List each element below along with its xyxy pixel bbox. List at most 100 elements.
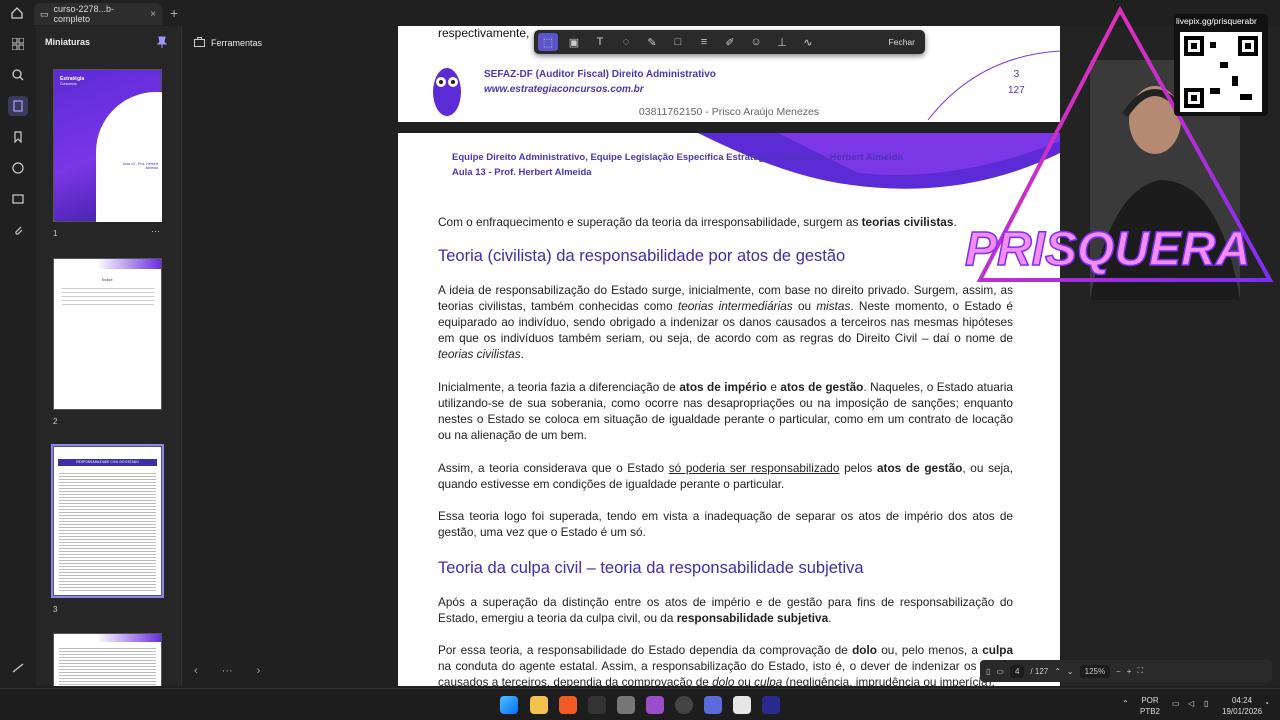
notification-icon[interactable]: ◔: [1264, 698, 1269, 709]
pdf-reader-icon[interactable]: [762, 696, 780, 714]
page-4: Equipe Direito Administrativo, Equipe Le…: [398, 133, 1060, 686]
obs-icon[interactable]: [675, 696, 693, 714]
p6-text: Por essa teoria, a responsabilidade do E…: [438, 643, 853, 657]
mail-icon[interactable]: [704, 696, 722, 714]
browser-icon[interactable]: [733, 696, 751, 714]
next-icon[interactable]: ›: [257, 665, 261, 677]
pin-icon[interactable]: [156, 35, 168, 53]
page-number-3: 3: [53, 605, 58, 614]
sign-icon[interactable]: [8, 658, 28, 678]
paragraph-1: A ideia de responsabilização do Estado s…: [438, 282, 1013, 362]
intro-end: .: [953, 215, 957, 229]
file-explorer-icon[interactable]: [530, 696, 548, 714]
tray-chevron-icon[interactable]: ⌃: [1122, 698, 1129, 709]
fit-page-icon[interactable]: ▯: [986, 667, 990, 676]
thumb-nav: ‹ ··· ›: [182, 660, 272, 682]
terminal-icon[interactable]: [588, 696, 606, 714]
strikethrough-icon[interactable]: ≡: [694, 33, 714, 51]
close-tab-icon[interactable]: ×: [150, 9, 156, 20]
more-icon[interactable]: ···: [222, 665, 233, 677]
page-thumbnail-4[interactable]: [53, 633, 162, 686]
sticker-icon[interactable]: ☺: [746, 33, 766, 51]
zoom-in-icon[interactable]: +: [1127, 667, 1132, 676]
p3-text: Assim, a teoria considerava que o Estado: [438, 461, 669, 475]
paragraph-2: Inicialmente, a teoria fazia a diferenci…: [438, 379, 1013, 443]
home-icon[interactable]: [0, 0, 34, 26]
highlight-icon[interactable]: ✎: [642, 33, 662, 51]
present-icon[interactable]: ▭: [996, 667, 1004, 676]
p6-text4: ou: [734, 675, 755, 686]
search-icon[interactable]: [8, 65, 28, 85]
select-tool-icon[interactable]: ⬚: [538, 33, 558, 51]
panel-title: Miniaturas: [45, 37, 91, 47]
comments-icon[interactable]: [8, 158, 28, 178]
stamp-icon[interactable]: ⊥: [772, 33, 792, 51]
thumbnails-panel: Miniaturas Estratégia Concursos Aula 13 …: [36, 26, 182, 686]
clock-time: 04:24: [1232, 696, 1253, 705]
thumb-more-1[interactable]: ···: [151, 226, 160, 236]
p6-bold: dolo: [852, 643, 877, 657]
area-select-icon[interactable]: ▣: [564, 33, 584, 51]
input-language[interactable]: POR PTB2: [1140, 695, 1160, 717]
page-number-1: 1: [53, 229, 58, 238]
left-rail: [0, 26, 36, 686]
page-thumbnail-2[interactable]: Índice: [53, 258, 162, 410]
zoom-bar: ▯ ▭ 4 / 127 ⌃ ⌄ 125% − + ⛶: [980, 660, 1272, 682]
grid-icon[interactable]: [8, 34, 28, 54]
thumb-brand-sub: Concursos: [60, 82, 77, 86]
taskbar: ⌃ POR PTB2 ▭ ◁ ▯ 04:24 19/01/2026 ◔: [0, 688, 1280, 720]
paragraph-3: Assim, a teoria considerava que o Estado…: [438, 460, 1013, 492]
document-tab[interactable]: ▭ curso-2278...b-completo ×: [34, 3, 162, 25]
p1-text2: ou: [792, 299, 817, 313]
thumb-index-lines: [62, 285, 154, 307]
text-tool-icon[interactable]: T: [590, 33, 610, 51]
network-icon[interactable]: ▭: [1172, 698, 1180, 709]
lang-layout: PTB2: [1140, 707, 1161, 716]
fullscreen-icon[interactable]: ⛶: [1137, 666, 1143, 676]
document-view: respectivamente, SEFAZ-DF (Auditor Fisca…: [398, 26, 1060, 686]
prev-icon[interactable]: ‹: [194, 665, 198, 677]
signature-icon[interactable]: ∿: [798, 33, 818, 51]
comment-icon[interactable]: ◌: [616, 33, 636, 51]
page-thumbnail-1[interactable]: Estratégia Concursos Aula 13 - Prof. Her…: [53, 69, 162, 222]
p6-text5: (negligência, imprudência ou imperícia).: [782, 675, 995, 686]
clock[interactable]: 04:24 19/01/2026: [1222, 695, 1262, 717]
down-icon[interactable]: ⌄: [1067, 667, 1074, 676]
up-icon[interactable]: ⌃: [1054, 667, 1061, 676]
shape-icon[interactable]: □: [668, 33, 688, 51]
intro-bold: teorias civilistas: [861, 215, 954, 229]
toolbox-icon: [194, 37, 205, 49]
p6-italic2: culpa: [754, 675, 783, 686]
thumbnails-icon[interactable]: [8, 96, 28, 116]
zoom-value[interactable]: 125%: [1079, 664, 1111, 678]
paragraph-6: Por essa teoria, a responsabilidade do E…: [438, 642, 1013, 686]
new-tab-button[interactable]: +: [170, 5, 178, 21]
title-bar: ▭ curso-2278...b-completo × +: [0, 0, 1280, 26]
close-toolbar-button[interactable]: Fechar: [883, 37, 921, 47]
layers-icon[interactable]: [8, 189, 28, 209]
p6-bold2: culpa: [982, 643, 1013, 657]
volume-icon[interactable]: ◁: [1188, 698, 1194, 709]
app-icon[interactable]: [617, 696, 635, 714]
lang-code: POR: [1141, 696, 1159, 705]
windows-start-icon[interactable]: [500, 696, 518, 714]
document-icon: ▭: [40, 8, 49, 19]
zoom-out-icon[interactable]: −: [1116, 667, 1121, 676]
bookmark-icon[interactable]: [8, 127, 28, 147]
page-input[interactable]: 4: [1009, 664, 1025, 678]
page-header-line1: Equipe Direito Administrativo, Equipe Le…: [452, 152, 903, 163]
thumb-header-band: [54, 634, 161, 642]
p2-text: Inicialmente, a teoria fazia a diferenci…: [438, 380, 680, 394]
pencil-icon[interactable]: ✐: [720, 33, 740, 51]
game-icon[interactable]: [646, 696, 664, 714]
page-thumbnail-3[interactable]: RESPONSABILIDADE CIVIL DO ESTADO: [51, 444, 164, 598]
intro-text: Com o enfraquecimento e superação da teo…: [438, 215, 862, 229]
tools-tab[interactable]: Ferramentas: [194, 37, 262, 49]
battery-icon[interactable]: ▯: [1204, 698, 1208, 709]
intro-paragraph: Com o enfraquecimento e superação da teo…: [438, 214, 1013, 230]
paragraph-5: Após a superação da distinção entre os a…: [438, 594, 1013, 626]
footer-site: www.estrategiaconcursos.com.br: [484, 84, 644, 95]
p3-underline: só poderia ser responsabilizado: [668, 461, 840, 475]
attachment-icon[interactable]: [8, 220, 28, 240]
brave-icon[interactable]: [559, 696, 577, 714]
